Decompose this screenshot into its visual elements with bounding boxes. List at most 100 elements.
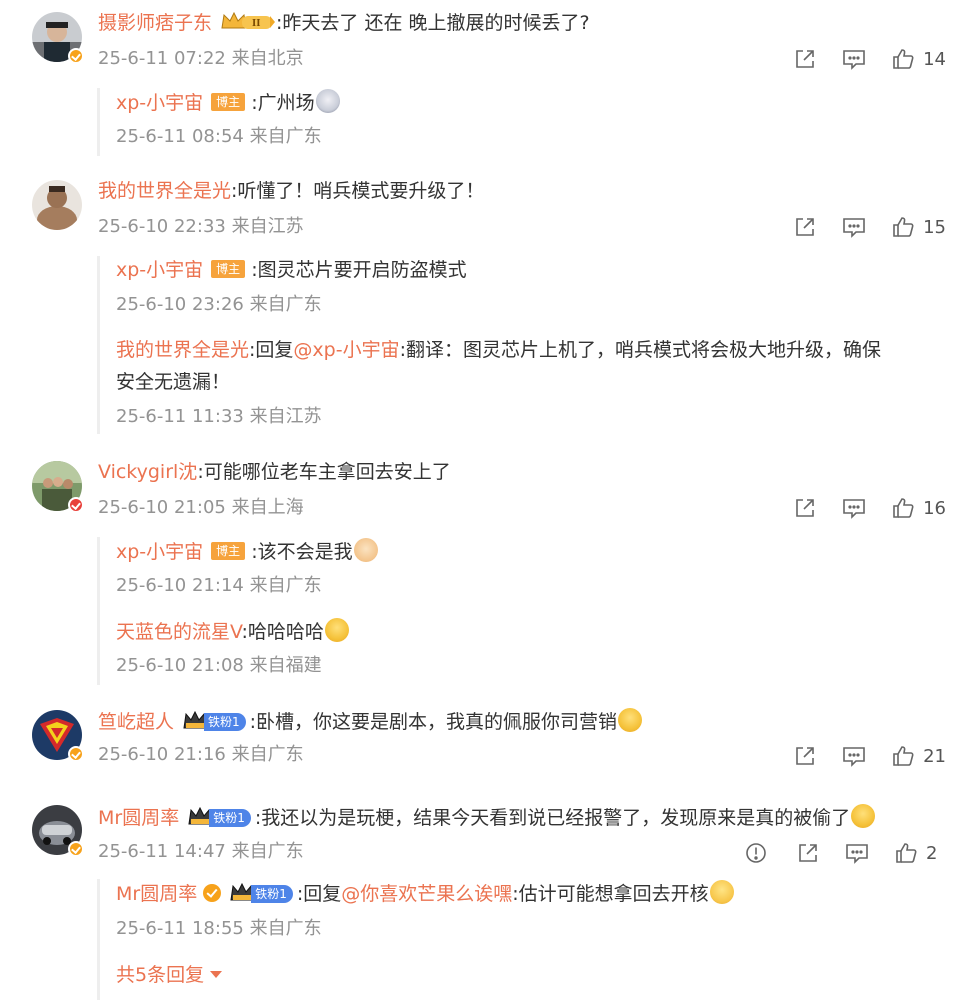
share-icon [796,499,814,517]
reply-line: xp-小宇宙 博主 :广州场 [116,89,340,116]
like-icon [893,498,914,518]
emoji-laugh-icon [324,618,349,642]
reply-list: xp-小宇宙 博主:图灵芯片要开启防盗模式 25-6-10 23:26 来自广东 … [97,256,881,434]
verified-icon [68,746,84,762]
reply-username[interactable]: xp-小宇宙 [116,259,203,281]
like-count: 15 [923,216,946,238]
comment-icon [846,844,868,864]
comment-icon [843,50,865,70]
reply-list: xp-小宇宙 博主 :广州场 25-6-11 08:54 来自广东 [97,88,340,156]
comment-actions: 15 [793,214,946,240]
mention-link[interactable]: @xp-小宇宙 [293,339,399,361]
emoji-husky-icon [315,89,340,113]
comment-text: :我还以为是玩梗，结果今天看到说已经报警了，发现原来是真的被偷了 [254,807,851,829]
share-button[interactable] [793,744,817,768]
reply-meta: 25-6-11 08:54 来自广东 [116,126,322,147]
comment-text: :卧槽，你这要是剧本，我真的佩服你司营销 [249,711,618,733]
reply-username[interactable]: 我的世界全是光 [116,339,249,361]
like-icon [896,843,917,863]
verified-icon [203,884,222,902]
reply-username[interactable]: xp-小宇宙 [116,541,203,563]
like-count: 21 [923,745,946,767]
username[interactable]: Mr圆周率 [98,807,179,829]
reply-meta: 25-6-11 11:33 来自江苏 [116,406,322,427]
comment-meta: 25-6-11 07:22 来自北京 [98,48,304,69]
mention-link[interactable]: @你喜欢芒果么诶嘿 [341,883,512,905]
like-button[interactable]: 14 [891,47,946,71]
comment-icon [843,499,865,519]
comment-line: 笪屹超人 铁粉1:卧槽，你这要是剧本，我真的佩服你司营销 [98,708,643,738]
comment-text: :听懂了！哨兵模式要升级了！ [231,180,485,202]
avatar[interactable] [32,180,82,230]
report-button[interactable] [744,841,768,865]
reply-text: :该不会是我 [251,541,353,563]
share-button[interactable] [793,215,817,239]
reply-text: :广州场 [251,92,315,114]
more-replies-label: 共5条回复 [116,964,205,986]
reply-prefix: :回复 [296,883,342,905]
reply-list: xp-小宇宙 博主 :该不会是我 25-6-10 21:14 来自广东 天蓝色的流星… [97,537,378,685]
comment-button[interactable] [841,496,867,520]
like-count: 2 [926,842,938,864]
reply-meta: 25-6-10 23:26 来自广东 [116,294,322,315]
reply-text: :图灵芯片要开启防盗模式 [251,259,467,281]
reply-username[interactable]: Mr圆周率 [116,883,197,905]
svg-text:II: II [252,19,260,29]
reply-line: 我的世界全是光:回复@xp-小宇宙:翻译：图灵芯片上机了，哨兵模式将会极大地升级… [116,337,881,363]
username[interactable]: 我的世界全是光 [98,180,231,202]
comment-actions: 2 [744,840,946,866]
reply-text: :翻译：图灵芯片上机了，哨兵模式将会极大地升级，确保 [399,339,881,361]
comment-meta: 25-6-10 21:05 来自上海 [98,497,304,518]
more-replies-link[interactable]: 共5条回复 [116,960,223,987]
like-count: 14 [923,48,946,70]
emoji-think-icon [709,880,734,904]
like-button[interactable]: 21 [891,744,946,768]
share-icon [796,747,814,765]
reply-line: Mr圆周率 铁粉1:回复@你喜欢芒果么诶嘿:估计可能想拿回去开核 [116,880,734,910]
reply-username[interactable]: xp-小宇宙 [116,92,203,114]
fan-badge: 铁粉1 [209,809,251,827]
crown-icon: II [220,10,276,39]
username[interactable]: 笪屹超人 [98,711,174,733]
share-button[interactable] [793,496,817,520]
report-icon [746,843,766,863]
like-count: 16 [923,497,946,519]
share-button[interactable] [793,47,817,71]
share-button[interactable] [796,841,820,865]
like-icon [893,217,914,237]
comment-button[interactable] [841,744,867,768]
reply-line: 天蓝色的流星V:哈哈哈哈 [116,618,349,645]
comment-button[interactable] [841,47,867,71]
reply-text: 安全无遗漏！ [116,371,231,393]
comment-meta: 25-6-10 21:16 来自广东 [98,744,304,765]
reply-text: :哈哈哈哈 [241,621,324,643]
emoji-laugh-icon [618,708,643,732]
reply-username[interactable]: 天蓝色的流星V [116,621,241,643]
like-button[interactable]: 2 [894,841,946,865]
like-button[interactable]: 15 [891,215,946,239]
blogger-tag: 博主 [211,542,246,560]
reply-prefix: :回复 [249,339,294,361]
reply-list: Mr圆周率 铁粉1:回复@你喜欢芒果么诶嘿:估计可能想拿回去开核 25-6-11 … [97,879,734,1000]
comment-button[interactable] [844,841,870,865]
comment-line: 摄影师痞子东 II:昨天去了 还在 晚上撤展的时候丢了? [98,10,590,39]
blogger-tag: 博主 [211,93,246,111]
username[interactable]: 摄影师痞子东 [98,12,212,34]
reply-line: xp-小宇宙 博主 :图灵芯片要开启防盗模式 [116,257,467,283]
share-icon [796,50,814,68]
reply-meta: 25-6-10 21:14 来自广东 [116,575,322,596]
blogger-tag: 博主 [211,260,246,278]
reply-line: xp-小宇宙 博主 :该不会是我 [116,538,378,565]
comment-button[interactable] [841,215,867,239]
reply-line-cont: 安全无遗漏！ [116,369,230,395]
username[interactable]: Vickygirl沈 [98,461,197,483]
fan-badge: 铁粉1 [251,885,293,903]
emoji-laugh-icon [851,804,876,828]
verified-icon [68,841,84,857]
like-button[interactable]: 16 [891,496,946,520]
comment-actions: 14 [793,46,946,72]
like-icon [893,49,914,69]
like-icon [893,746,914,766]
fan-badge: 铁粉1 [204,713,246,731]
comment-icon [843,747,865,767]
